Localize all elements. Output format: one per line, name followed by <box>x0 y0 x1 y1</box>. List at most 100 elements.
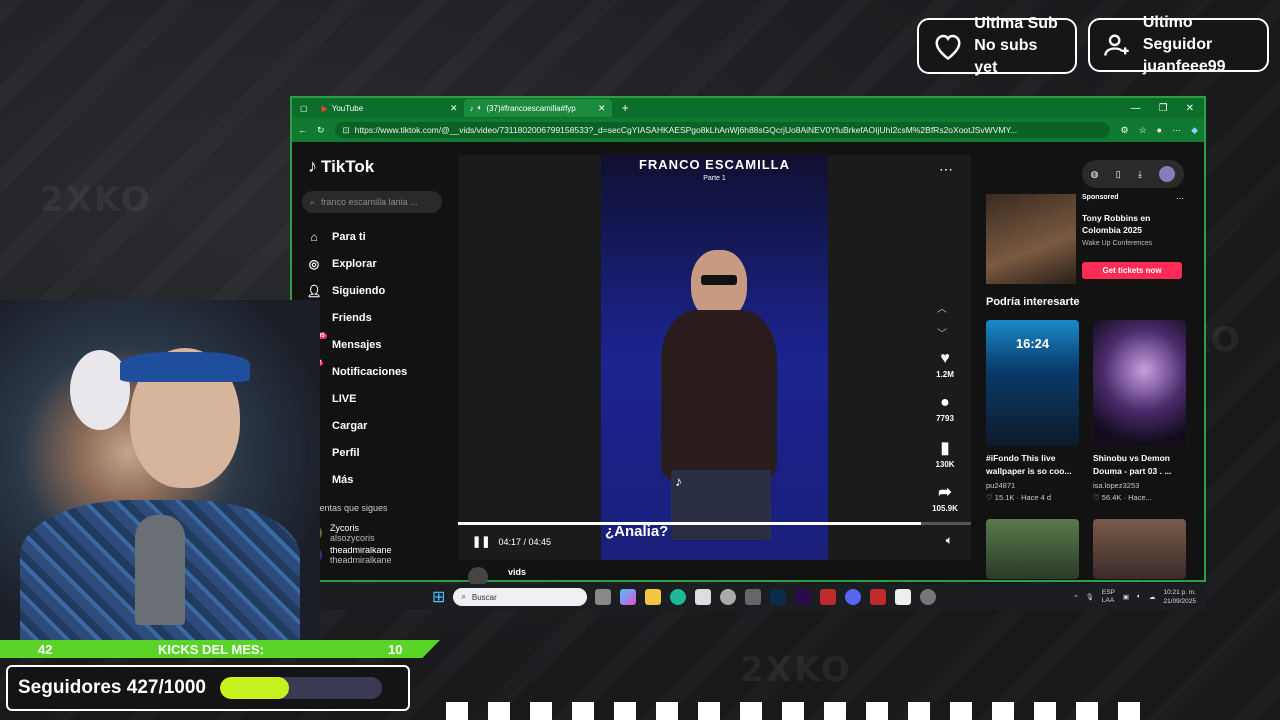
logo-text: TikTok <box>321 156 375 176</box>
photoshop-icon[interactable] <box>770 589 787 605</box>
more-options-icon[interactable]: ⋯ <box>939 161 953 178</box>
tiktok-icon: ♪ <box>308 156 317 176</box>
nav-notificaciones[interactable]: ▤2Notificaciones <box>302 358 442 385</box>
coin-icon[interactable]: ◍ <box>1091 169 1099 180</box>
nav-para-ti[interactable]: ⌂ Para ti <box>302 223 442 250</box>
video-actions: ♥ 1.2M ● 7793 ▮ 130K ➦ 105.9K <box>922 350 968 520</box>
ad-more-icon[interactable]: ⋯ <box>1176 194 1184 203</box>
clock[interactable]: 10:21 p. m. 21/09/2025 <box>1163 588 1196 606</box>
video-frame[interactable]: FRANCO ESCAMILLA Parte 1 ♪ ¿Analia? <box>601 155 828 560</box>
suggestion-thumbnail[interactable] <box>1093 320 1186 446</box>
new-tab-button[interactable]: + <box>612 101 639 115</box>
ad-image[interactable] <box>986 194 1076 284</box>
network-icon[interactable]: ▣ <box>1123 593 1129 601</box>
volume-icon[interactable]: 🔈︎ <box>1137 593 1141 601</box>
nav-mas[interactable]: ⋯Más <box>302 466 442 493</box>
premiere-icon[interactable] <box>795 589 812 605</box>
suggestion-thumbnail[interactable]: 16:24 <box>986 320 1079 446</box>
share-count: 105.9K <box>932 504 958 513</box>
close-tab-icon[interactable]: ✕ <box>450 103 458 114</box>
nav-siguiendo[interactable]: 👤︎ Siguiendo <box>302 277 442 304</box>
volume-icon[interactable]: 🔈︎ <box>946 533 953 548</box>
back-icon[interactable]: ← <box>298 125 307 135</box>
search-input[interactable]: ⌕ franco escamilla lania ... <box>302 191 442 213</box>
pause-icon[interactable]: ❚❚ <box>472 535 490 548</box>
background-logo: 2XKO <box>740 650 852 690</box>
download-icon[interactable]: ⤓ <box>1138 169 1142 180</box>
tiktok-logo[interactable]: ♪ TikTok <box>308 156 442 177</box>
get-tickets-button[interactable]: Get tickets now <box>1082 262 1182 279</box>
following-account[interactable]: Zycoris alsozycoris <box>306 519 442 547</box>
nav-label: Más <box>332 473 354 486</box>
avatar[interactable] <box>1159 166 1176 182</box>
notepad-icon[interactable] <box>895 589 912 605</box>
video-player[interactable]: FRANCO ESCAMILLA Parte 1 ♪ ¿Analia? ⋯ ❚❚… <box>458 155 971 587</box>
webcam-feed <box>0 300 320 640</box>
video-progress-bar[interactable] <box>458 522 971 525</box>
nav-mensajes[interactable]: ▽35Mensajes <box>302 331 442 358</box>
kicks-left-count: 42 <box>38 641 53 657</box>
save-button[interactable]: ▮ 130K <box>935 438 954 476</box>
tab-tiktok[interactable]: ♪ 🔈︎ (37)#francoescamilla#fyp#p ✕ <box>463 99 612 117</box>
maximize-icon[interactable]: ❐ <box>1159 103 1168 114</box>
unity-icon[interactable] <box>745 589 762 605</box>
favorites-icon[interactable]: ☆ <box>1139 125 1147 136</box>
like-button[interactable]: ♥ 1.2M <box>936 350 954 388</box>
browser-window: ▢ ▶ YouTube ✕ ♪ 🔈︎ (37)#francoescamilla#… <box>290 96 1206 587</box>
edge-icon[interactable] <box>670 589 687 605</box>
address-bar: ← ↻ ⊡ https://www.tiktok.com/@__vids/vid… <box>292 118 1204 142</box>
task-view-icon[interactable] <box>595 589 612 605</box>
cloud-icon[interactable]: ☁ <box>1149 593 1156 601</box>
settings-icon[interactable] <box>920 589 937 605</box>
sidebar-toggle-icon[interactable]: ▢ <box>292 104 316 113</box>
tab-youtube[interactable]: ▶ YouTube ✕ <box>316 99 464 117</box>
share-icon: ➦ <box>938 484 952 501</box>
suggestion-thumbnail[interactable] <box>1093 519 1186 579</box>
comment-button[interactable]: ● 7793 <box>936 394 954 432</box>
kicks-label: KICKS DEL MES: <box>158 641 264 657</box>
suggestion-author[interactable]: pu24871 <box>986 480 1082 492</box>
clock-date: 21/09/2025 <box>1163 598 1196 605</box>
save-count: 130K <box>935 460 955 469</box>
followers-progress-bar <box>220 677 382 699</box>
store-icon[interactable] <box>695 589 712 605</box>
following-account[interactable]: theadmiralkane theadmiralkane <box>306 547 442 563</box>
nav-friends[interactable]: ⚇Friends <box>302 304 442 331</box>
copilot-icon[interactable] <box>620 589 637 605</box>
reload-icon[interactable]: ↻ <box>317 125 325 136</box>
url-field[interactable]: ⊡ https://www.tiktok.com/@__vids/video/7… <box>334 122 1111 138</box>
nav-cargar[interactable]: ⊞Cargar <box>302 412 442 439</box>
discord-icon[interactable] <box>845 589 862 605</box>
suggestion-title[interactable]: #iFondo This live wallpaper is so coo... <box>986 452 1082 478</box>
close-tab-icon[interactable]: ✕ <box>598 103 606 114</box>
file-explorer-icon[interactable] <box>645 589 662 605</box>
nav-explorar[interactable]: ◎ Explorar <box>302 250 442 277</box>
account-handle: theadmiralkane <box>330 555 392 563</box>
close-window-icon[interactable]: ✕ <box>1186 103 1194 114</box>
extension-icon[interactable]: ⚙ <box>1120 125 1128 136</box>
share-button[interactable]: ➦ 105.9K <box>932 482 958 520</box>
bookmark-icon: ▮ <box>940 440 950 457</box>
suggestion-title[interactable]: Shinobu vs Demon Douma - part 03 . ... <box>1093 452 1189 478</box>
minimize-icon[interactable]: — <box>1131 103 1141 114</box>
windows-start-icon[interactable]: ⊞ <box>432 587 445 607</box>
app-icon[interactable] <box>870 589 887 605</box>
copilot-icon[interactable]: ◆ <box>1191 125 1198 136</box>
mic-icon[interactable]: 🎙︎ <box>1086 593 1094 601</box>
nav-live[interactable]: ▭LIVE <box>302 385 442 412</box>
chevron-down-icon[interactable]: ﹀ <box>937 325 947 340</box>
taskbar-search[interactable]: ⌕ Buscar <box>453 588 588 606</box>
suggestion-thumbnail[interactable] <box>986 519 1079 579</box>
profile-icon[interactable]: ● <box>1157 125 1162 135</box>
chevron-up-icon[interactable]: ^ <box>1075 594 1078 601</box>
followers-goal: Seguidores 427/1000 <box>6 665 410 711</box>
chevron-up-icon[interactable]: ︿ <box>937 300 947 315</box>
language-indicator[interactable]: ESP LAA <box>1102 589 1115 605</box>
discord-alt-icon[interactable] <box>720 589 737 605</box>
app-icon[interactable] <box>820 589 837 605</box>
search-icon: ⌕ <box>461 592 466 601</box>
nav-perfil[interactable]: ●Perfil <box>302 439 442 466</box>
suggestion-author[interactable]: isa.lopez3253 <box>1093 480 1189 492</box>
phone-icon[interactable]: ▯ <box>1116 169 1121 180</box>
menu-icon[interactable]: ⋯ <box>1172 125 1181 136</box>
